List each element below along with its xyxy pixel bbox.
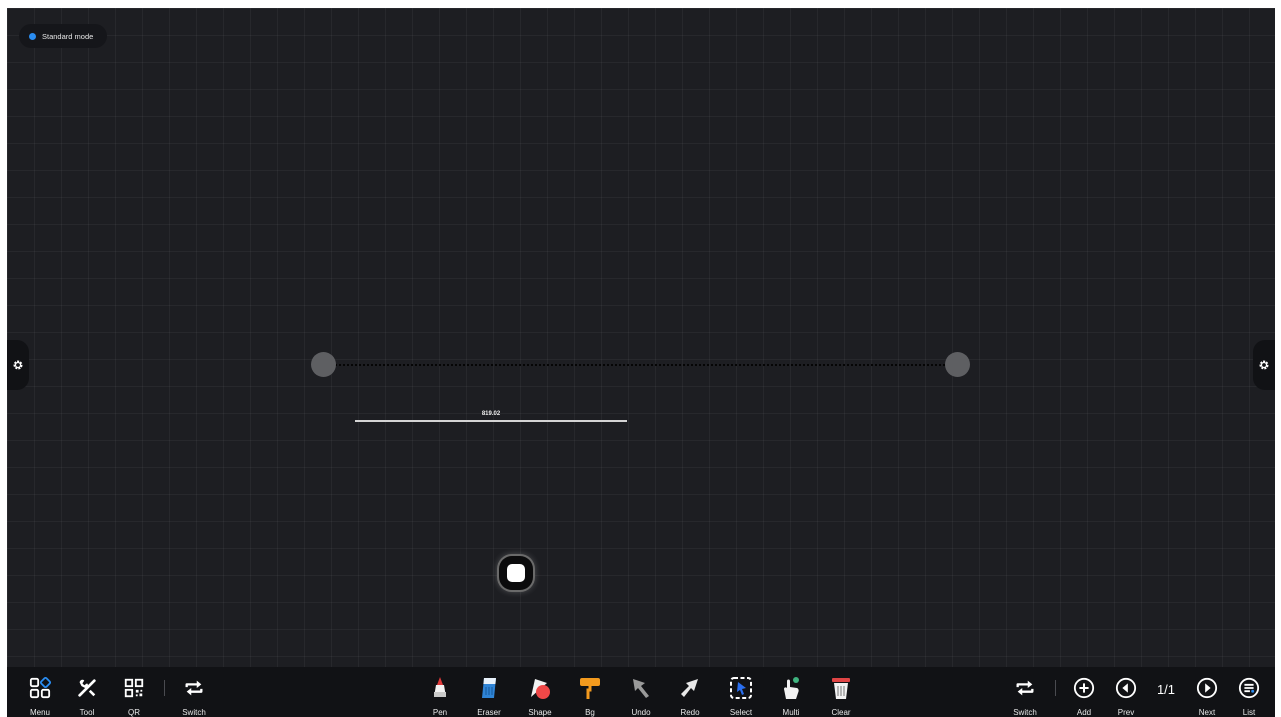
bg-label: Bg (585, 708, 595, 717)
undo-label: Undo (631, 708, 651, 717)
switch-label: Switch (182, 708, 206, 717)
measurement-line (355, 420, 627, 422)
prev-page-button[interactable]: Prev (1104, 667, 1148, 717)
switch-right-label: Switch (1013, 708, 1037, 717)
pen-icon (426, 674, 454, 702)
next-circle-icon (1193, 674, 1221, 702)
add-page-button[interactable]: Add (1062, 667, 1106, 717)
menu-button[interactable]: Menu (18, 667, 62, 717)
multi-label: Multi (782, 708, 800, 717)
pen-button[interactable]: Pen (418, 667, 462, 717)
switch-button-right[interactable]: Switch (1003, 667, 1047, 717)
qr-code-icon (120, 674, 148, 702)
rounded-square-icon (507, 564, 525, 582)
clear-button[interactable]: Clear (819, 667, 863, 717)
right-settings-tab[interactable] (1253, 340, 1275, 390)
trash-icon (827, 674, 855, 702)
shape-label: Shape (528, 708, 552, 717)
qr-label: QR (128, 708, 140, 717)
mode-label: Standard mode (42, 31, 94, 41)
menu-grid-icon (26, 674, 54, 702)
add-circle-icon (1070, 674, 1098, 702)
gear-icon (13, 360, 23, 370)
page-list-button[interactable]: List (1227, 667, 1271, 717)
tool-label: Tool (79, 708, 95, 717)
ruler-end-handle[interactable] (945, 352, 970, 377)
multi-button[interactable]: Multi (769, 667, 813, 717)
ruler-line (323, 364, 957, 366)
bottom-toolbar: Menu Tool QR Switch Pen Eraser Shape Bg … (7, 667, 1275, 717)
next-page-button[interactable]: Next (1185, 667, 1229, 717)
tool-button[interactable]: Tool (65, 667, 109, 717)
measurement-value: 819.02 (481, 411, 501, 417)
redo-button[interactable]: Redo (668, 667, 712, 717)
select-label: Select (729, 708, 753, 717)
switch-button[interactable]: Switch (172, 667, 216, 717)
prev-label: Prev (1117, 708, 1135, 717)
multi-touch-icon (777, 674, 805, 702)
toolbar-divider-right (1055, 680, 1056, 696)
menu-label: Menu (29, 708, 50, 717)
qr-button[interactable]: QR (112, 667, 156, 717)
eraser-label: Eraser (477, 708, 501, 717)
list-circle-icon (1235, 674, 1263, 702)
gear-icon (1259, 360, 1269, 370)
shape-button[interactable]: Shape (518, 667, 562, 717)
toolbar-divider (164, 680, 165, 696)
eraser-button[interactable]: Eraser (467, 667, 511, 717)
left-settings-tab[interactable] (7, 340, 29, 390)
page-indicator: 1/1 (1156, 682, 1176, 697)
switch-arrows-icon (180, 674, 208, 702)
undo-button[interactable]: Undo (619, 667, 663, 717)
add-label: Add (1076, 708, 1092, 717)
paint-roller-icon (576, 674, 604, 702)
next-label: Next (1198, 708, 1216, 717)
select-button[interactable]: Select (719, 667, 763, 717)
tools-icon (73, 674, 101, 702)
undo-arrow-icon (627, 674, 655, 702)
clear-label: Clear (831, 708, 851, 717)
bg-button[interactable]: Bg (568, 667, 612, 717)
select-icon (727, 674, 755, 702)
floating-action-button[interactable] (499, 556, 533, 590)
whiteboard-app: Standard mode 819.02 Menu Tool QR Switch… (7, 8, 1275, 717)
redo-arrow-icon (676, 674, 704, 702)
switch-arrows-icon (1011, 674, 1039, 702)
ruler-start-handle[interactable] (311, 352, 336, 377)
list-label: List (1242, 708, 1256, 717)
pen-label: Pen (432, 708, 448, 717)
prev-circle-icon (1112, 674, 1140, 702)
redo-label: Redo (680, 708, 700, 717)
eraser-icon (475, 674, 503, 702)
mode-badge[interactable]: Standard mode (19, 24, 108, 48)
shape-icon (526, 674, 554, 702)
mode-status-dot (29, 32, 36, 40)
